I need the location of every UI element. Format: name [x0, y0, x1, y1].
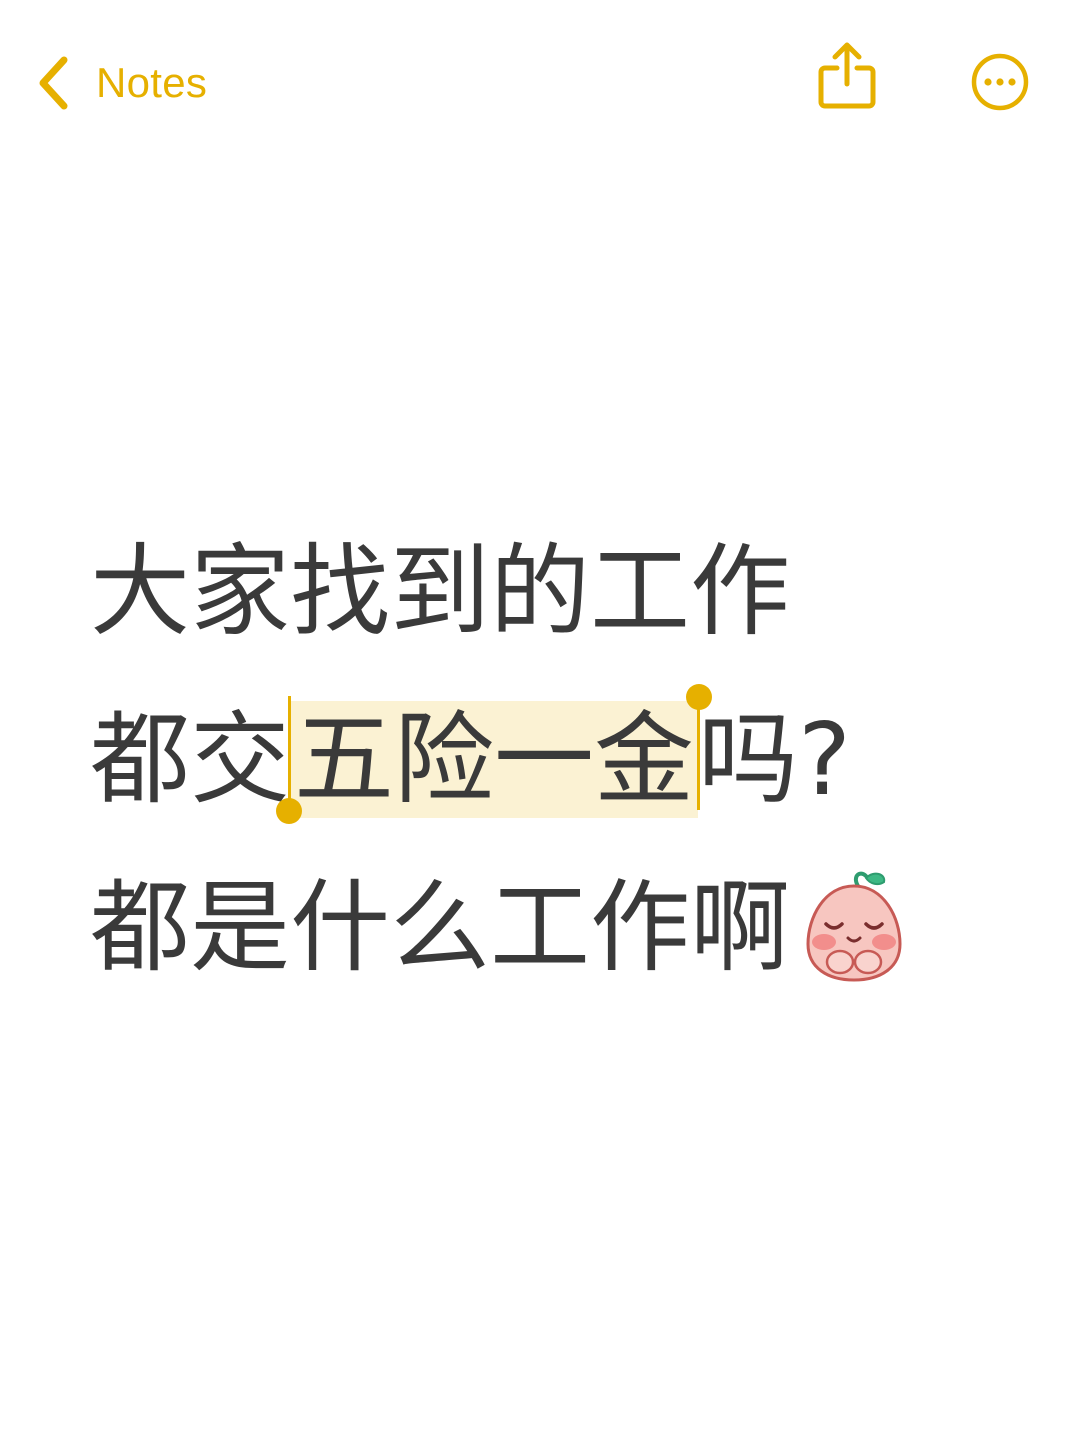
more-button[interactable] — [970, 52, 1030, 112]
navigation-bar: Notes — [0, 0, 1080, 170]
chevron-left-icon — [36, 54, 70, 112]
note-line-1: 大家找到的工作 — [90, 533, 790, 650]
selection-start-handle[interactable] — [276, 798, 302, 824]
line-2-prefix: 都交 — [90, 701, 290, 818]
selection-start-caret — [288, 696, 291, 810]
back-label: Notes — [96, 59, 208, 106]
selection-end-handle[interactable] — [686, 684, 712, 710]
blushing-peach-emoji — [800, 868, 908, 986]
share-icon — [816, 42, 878, 116]
line-2-suffix: 吗? — [698, 701, 852, 818]
note-content[interactable]: 大家找到的工作 都交五险一金 吗? 都是什么工作啊 — [90, 508, 1050, 1012]
note-line-3: 都是什么工作啊 — [90, 844, 1050, 1012]
text-selection[interactable]: 五险一金 — [276, 676, 712, 844]
note-line-2: 都交五险一金 吗? — [90, 676, 1050, 844]
selection-end-caret — [697, 696, 700, 810]
back-button[interactable]: Notes — [36, 50, 207, 116]
share-button[interactable] — [816, 40, 878, 112]
selected-text: 五险一金 — [290, 701, 698, 818]
line-3-text: 都是什么工作啊 — [90, 869, 790, 986]
ellipsis-circle-icon — [970, 53, 1030, 116]
